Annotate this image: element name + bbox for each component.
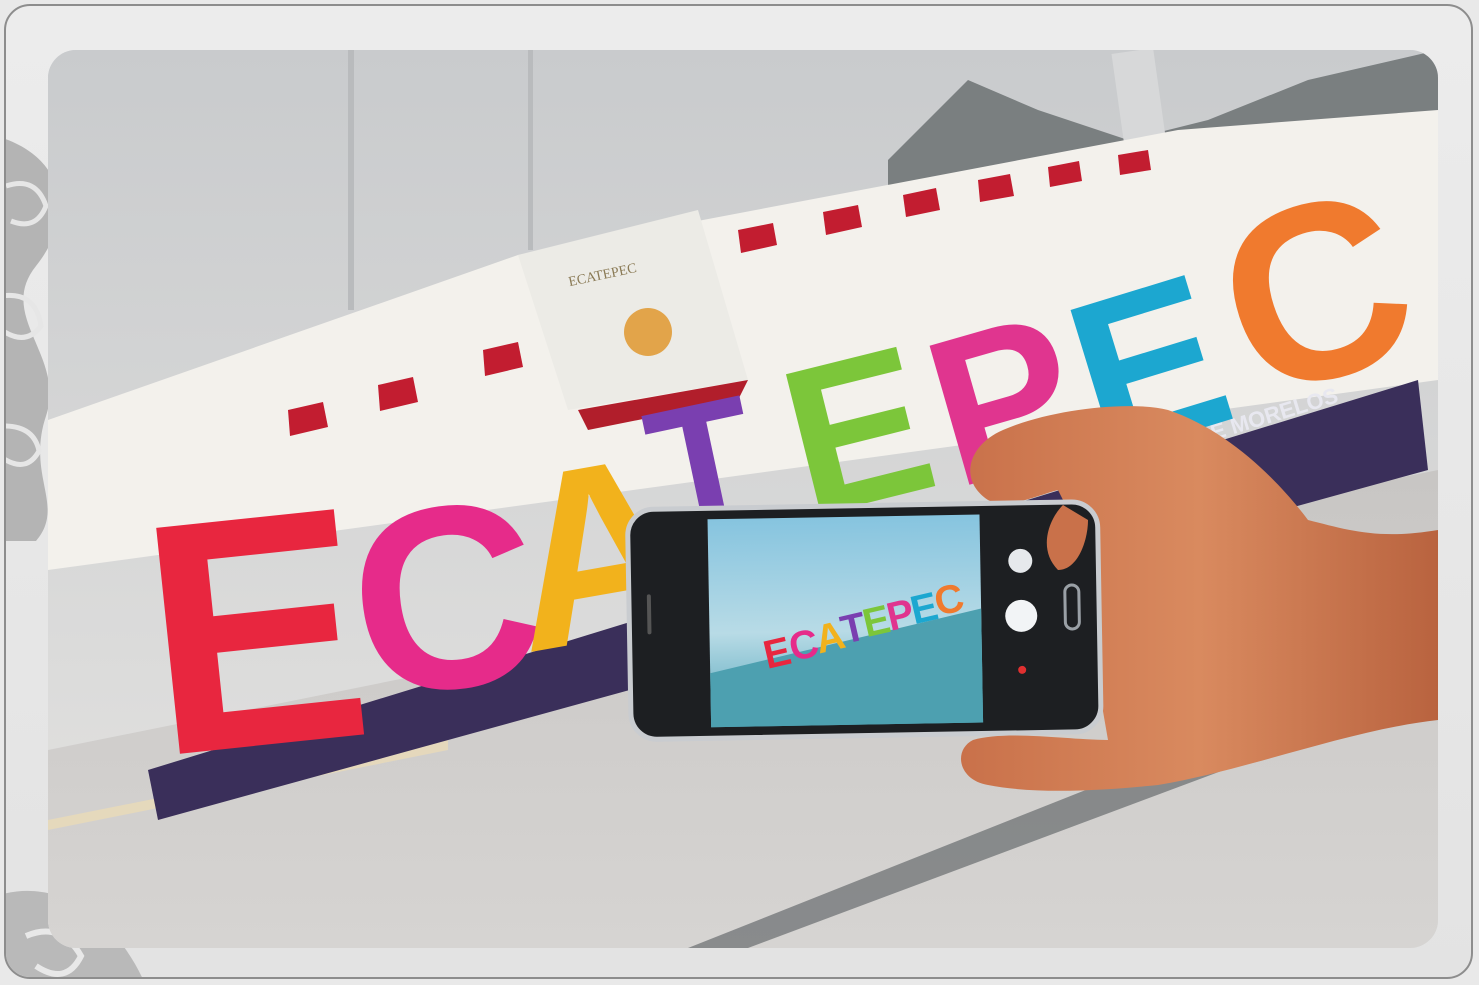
smartphone: E C A T E P E C — [625, 499, 1104, 742]
photo-frame: ECATEPEC DE MORELOS E C A T E P E C E C … — [4, 4, 1473, 979]
photo: ECATEPEC DE MORELOS E C A T E P E C E C … — [48, 50, 1438, 948]
building-emblem — [624, 308, 672, 356]
photo-scene: ECATEPEC DE MORELOS E C A T E P E C E C … — [48, 50, 1438, 948]
